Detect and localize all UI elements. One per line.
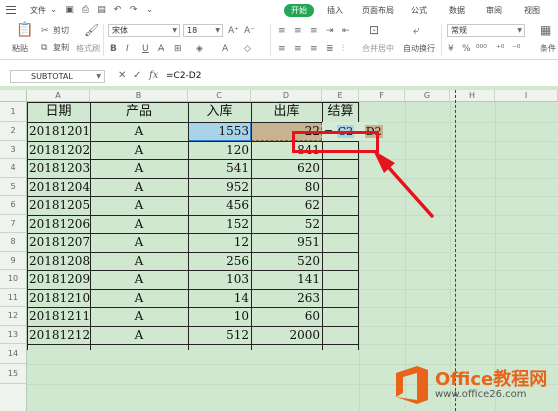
logo-text: Office教程网 xyxy=(435,369,548,390)
logo-url: www.office26.com xyxy=(435,389,527,400)
office26-logo: Office教程网 www.office26.com xyxy=(393,363,553,407)
office-logo-icon xyxy=(396,366,428,404)
annotation-arrow-icon xyxy=(373,150,434,218)
